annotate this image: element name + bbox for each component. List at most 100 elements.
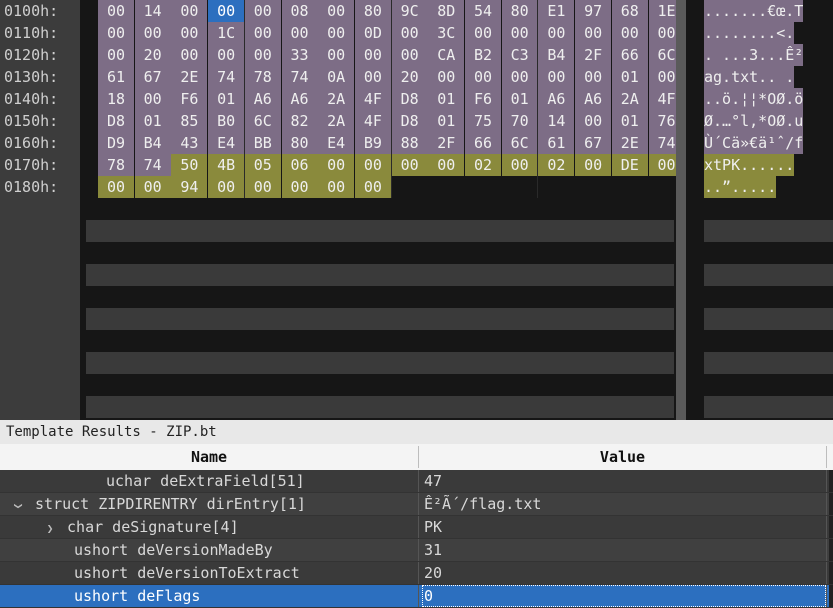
hex-byte[interactable]: E4 [208, 132, 245, 154]
chevron-down-icon[interactable]: ❯ [7, 498, 29, 514]
hex-byte[interactable]: 00 [538, 22, 575, 44]
hex-byte[interactable]: 01 [428, 110, 465, 132]
hex-byte[interactable]: 00 [244, 176, 281, 198]
template-field-value[interactable]: 31 [422, 539, 826, 561]
hex-byte[interactable]: D8 [98, 110, 134, 132]
hex-byte[interactable]: 0A [318, 66, 355, 88]
hex-byte[interactable]: 2A [318, 88, 355, 110]
hex-byte[interactable]: 00 [171, 44, 208, 66]
hex-byte[interactable]: 67 [134, 66, 171, 88]
hex-byte[interactable]: 00 [244, 22, 281, 44]
hex-byte[interactable]: 00 [354, 154, 391, 176]
hex-byte[interactable]: 00 [98, 176, 134, 198]
hex-byte[interactable]: 00 [98, 22, 134, 44]
hex-byte[interactable]: 3C [428, 22, 465, 44]
hex-byte[interactable]: 74 [281, 66, 318, 88]
hex-byte[interactable]: 00 [354, 66, 391, 88]
hex-byte[interactable]: B4 [134, 132, 171, 154]
hex-byte[interactable]: 2E [611, 132, 648, 154]
hex-byte[interactable]: 78 [98, 154, 134, 176]
hex-byte[interactable]: 54 [465, 0, 501, 22]
template-row[interactable]: ❯ char deSignature[4] PK [0, 516, 833, 539]
hex-byte[interactable]: 20 [391, 66, 428, 88]
template-row[interactable]: ushort deVersionToExtract 20 [0, 562, 833, 585]
hex-byte[interactable]: 00 [575, 66, 612, 88]
hex-byte[interactable]: 2E [171, 66, 208, 88]
hex-byte[interactable]: 00 [171, 0, 208, 22]
ascii-row[interactable]: . ...3...Ê² [704, 44, 804, 66]
hex-byte[interactable]: 14 [538, 110, 575, 132]
hex-byte[interactable]: D8 [391, 110, 428, 132]
template-field-value[interactable]: 0 [422, 585, 826, 607]
pane-divider[interactable] [676, 0, 686, 420]
hex-byte[interactable]: 2A [611, 88, 648, 110]
hex-byte[interactable]: 00 [465, 66, 501, 88]
hex-byte[interactable]: 75 [465, 110, 501, 132]
hex-byte[interactable]: 1C [208, 22, 245, 44]
hex-byte[interactable]: 01 [611, 66, 648, 88]
ascii-row[interactable]: Ø.…°l,*OØ.u [704, 110, 804, 132]
hex-byte[interactable]: C3 [501, 44, 538, 66]
hex-byte[interactable]: F6 [465, 88, 501, 110]
ascii-row[interactable]: .......€œ.T [704, 0, 804, 22]
hex-byte[interactable]: 00 [318, 0, 355, 22]
hex-byte[interactable]: A6 [281, 88, 318, 110]
hex-byte[interactable]: 00 [281, 22, 318, 44]
value-column-header[interactable]: Value [419, 444, 826, 470]
hex-byte[interactable]: 00 [538, 66, 575, 88]
hex-byte[interactable]: 67 [575, 132, 612, 154]
ascii-row[interactable]: xtPK...... [704, 154, 795, 176]
hex-byte[interactable]: 00 [354, 176, 391, 198]
hex-byte[interactable]: 00 [134, 88, 171, 110]
hex-byte[interactable]: 01 [134, 110, 171, 132]
hex-byte[interactable]: 68 [611, 0, 648, 22]
hex-byte[interactable]: 00 [208, 44, 245, 66]
ascii-row[interactable]: Ù´Cä»€ä¹ˆ/f [704, 132, 804, 154]
hex-byte[interactable]: 4F [354, 110, 391, 132]
hex-byte[interactable]: 00 [281, 176, 318, 198]
template-field-value[interactable]: 20 [422, 562, 826, 584]
hex-byte[interactable]: 00 [244, 44, 281, 66]
hex-byte[interactable]: 00 [134, 176, 171, 198]
template-field-value[interactable]: 47 [422, 470, 826, 492]
hex-byte[interactable]: 02 [465, 154, 501, 176]
hex-byte[interactable]: 02 [538, 154, 575, 176]
hex-byte[interactable]: B0 [208, 110, 245, 132]
hex-byte[interactable]: 14 [134, 0, 171, 22]
hex-byte[interactable]: E4 [318, 132, 355, 154]
hex-byte[interactable]: 61 [98, 66, 134, 88]
hex-byte[interactable]: DE [611, 154, 648, 176]
hex-byte[interactable]: B2 [465, 44, 501, 66]
hex-byte[interactable]: 4B [208, 154, 245, 176]
hex-byte[interactable]: A6 [244, 88, 281, 110]
hex-byte[interactable]: 00 [98, 0, 134, 22]
hex-byte[interactable]: B4 [538, 44, 575, 66]
hex-byte[interactable]: E1 [538, 0, 575, 22]
hex-byte[interactable]: 00 [501, 22, 538, 44]
hex-byte[interactable]: D8 [391, 88, 428, 110]
hex-byte[interactable]: 80 [354, 0, 391, 22]
hex-byte[interactable]: 00 [575, 22, 612, 44]
hex-byte[interactable]: 00 [171, 22, 208, 44]
ascii-row[interactable]: ..ö.¦¦*OØ.ö [704, 88, 804, 110]
hex-byte[interactable]: 01 [428, 88, 465, 110]
hex-byte[interactable]: 00 [465, 22, 501, 44]
hex-byte[interactable]: 74 [134, 154, 171, 176]
hex-byte[interactable]: 2F [575, 44, 612, 66]
hex-byte[interactable]: 74 [208, 66, 245, 88]
hex-byte[interactable]: 70 [501, 110, 538, 132]
hex-editor-pane[interactable]: 0100h: 0110h: 0120h: 0130h: 0140h: 0150h: 0160… [0, 0, 833, 420]
hex-byte[interactable]: CA [428, 44, 465, 66]
hex-byte[interactable]: 00 [354, 44, 391, 66]
template-row[interactable]: ushort deFlags 0 [0, 585, 833, 608]
hex-byte[interactable]: F6 [171, 88, 208, 110]
template-field-value[interactable]: Ê²Ã´/flag.txt [422, 493, 826, 515]
hex-byte[interactable]: 00 [134, 22, 171, 44]
hex-byte[interactable]: 33 [281, 44, 318, 66]
ascii-row[interactable]: ag.txt.. . [704, 66, 795, 88]
hex-byte[interactable]: 82 [281, 110, 318, 132]
hex-byte[interactable]: 8D [428, 0, 465, 22]
hex-byte[interactable]: 00 [244, 0, 281, 22]
hex-byte[interactable]: 66 [611, 44, 648, 66]
hex-byte[interactable]: 00 [318, 22, 355, 44]
